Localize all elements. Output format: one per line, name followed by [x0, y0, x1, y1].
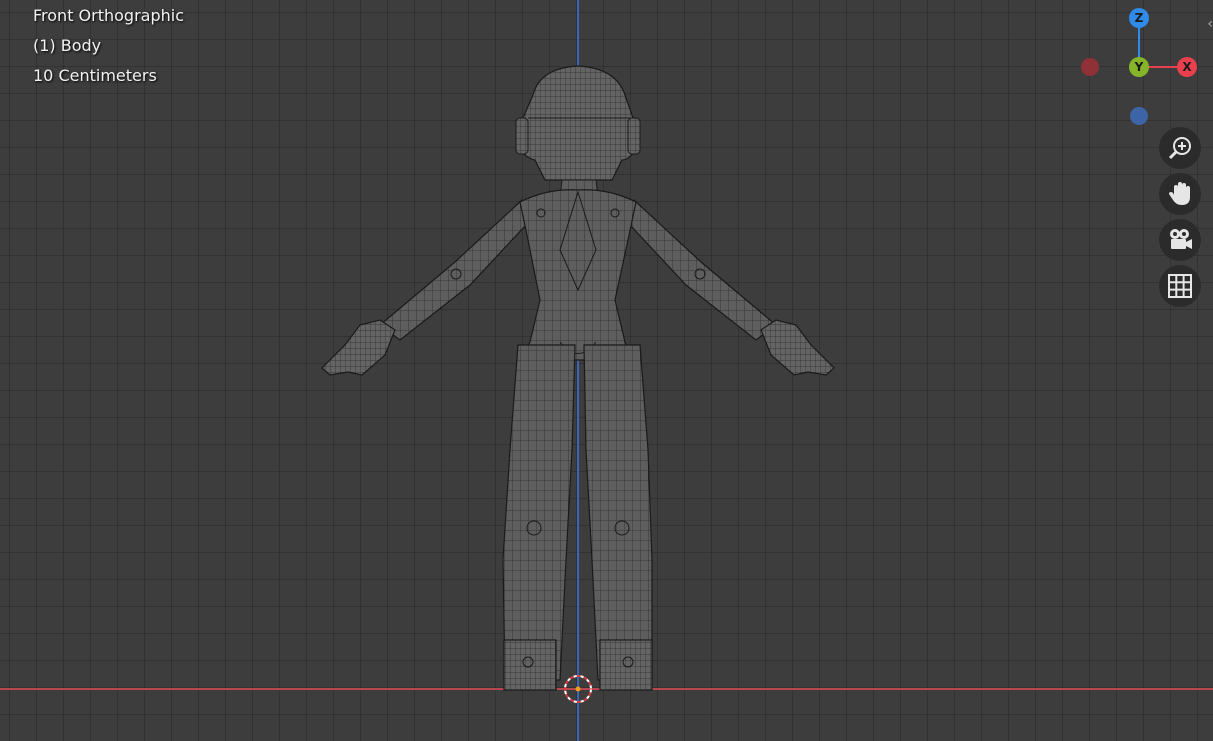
pan-button[interactable]	[1159, 173, 1201, 215]
grid-icon	[1168, 274, 1192, 298]
gizmo-z-axis[interactable]: Z	[1129, 8, 1149, 28]
gizmo-x-axis[interactable]: X	[1177, 57, 1197, 77]
head	[515, 65, 641, 199]
left-arm	[321, 199, 541, 376]
camera-view-button[interactable]	[1159, 219, 1201, 261]
torso	[518, 189, 637, 361]
view-name: Front Orthographic	[33, 6, 185, 25]
camera-icon	[1170, 229, 1192, 249]
gizmo-neg-z-axis[interactable]	[1130, 107, 1148, 125]
orthographic-toggle-button[interactable]	[1159, 265, 1201, 307]
character-mesh[interactable]	[0, 0, 1213, 741]
zoom-icon	[1168, 137, 1191, 160]
right-leg	[583, 344, 653, 691]
zoom-button[interactable]	[1159, 127, 1201, 169]
right-arm	[615, 199, 835, 376]
sidebar-toggle-icon[interactable]: ‹	[1207, 16, 1213, 32]
gizmo-neg-x-axis[interactable]	[1081, 58, 1099, 76]
hand-pan-icon	[1169, 182, 1190, 205]
active-object-name: (1) Body	[33, 36, 102, 55]
gizmo-y-axis[interactable]: Y	[1129, 57, 1149, 77]
grid-scale-label: 10 Centimeters	[33, 66, 157, 85]
3d-cursor[interactable]	[562, 673, 594, 705]
left-leg	[502, 344, 576, 691]
